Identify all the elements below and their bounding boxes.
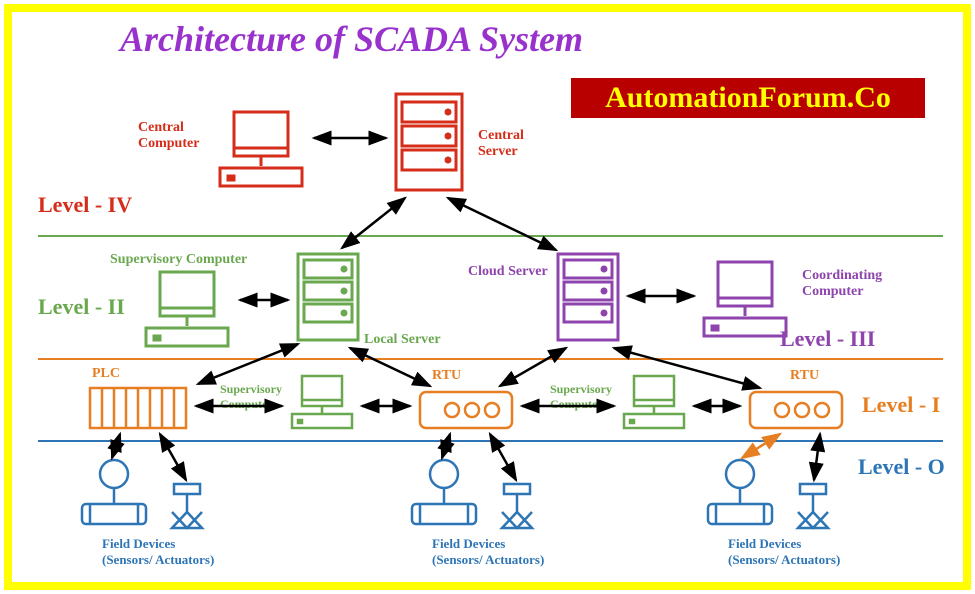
rtu2-label: RTU bbox=[790, 368, 819, 384]
level-4-label: Level - IV bbox=[38, 192, 132, 218]
central-computer-label: Central Computer bbox=[138, 120, 199, 152]
field3-label: Field Devices (Sensors/ Actuators) bbox=[728, 536, 840, 568]
central-server-icon bbox=[394, 92, 464, 192]
rtu1-label: RTU bbox=[432, 368, 461, 384]
coordinating-label: Coordinating Computer bbox=[802, 268, 882, 300]
field-devices1-icon bbox=[78, 456, 238, 534]
field2-label: Field Devices (Sensors/ Actuators) bbox=[432, 536, 544, 568]
diagram-title: Architecture of SCADA System bbox=[120, 18, 583, 60]
supervisory-computer1-icon bbox=[290, 374, 354, 430]
supervisory-l2-label: Supervisory Computer bbox=[110, 252, 247, 268]
level-1-label: Level - I bbox=[862, 392, 940, 418]
plc-icon bbox=[88, 386, 188, 430]
separator-l2-top bbox=[38, 235, 943, 237]
field-devices3-icon bbox=[704, 456, 864, 534]
separator-l1-top bbox=[38, 358, 943, 360]
local-server-icon bbox=[296, 252, 360, 342]
level-2-label: Level - II bbox=[38, 294, 125, 320]
supervisory-computer-l2-icon bbox=[144, 270, 230, 348]
rtu2-icon bbox=[748, 390, 844, 430]
cloud-server-label: Cloud Server bbox=[468, 264, 548, 280]
field1-label: Field Devices (Sensors/ Actuators) bbox=[102, 536, 214, 568]
supervisory-computer2-icon bbox=[622, 374, 686, 430]
level-0-label: Level - O bbox=[858, 454, 945, 480]
coordinating-computer-icon bbox=[702, 260, 788, 338]
site-banner: AutomationForum.Co bbox=[571, 78, 925, 118]
rtu1-icon bbox=[418, 390, 514, 430]
cloud-server-icon bbox=[556, 252, 620, 342]
supervisory1-label: Supervisory Computer bbox=[220, 382, 282, 412]
supervisory2-label: Supervisory Computer bbox=[550, 382, 612, 412]
level-3-label: Level - III bbox=[780, 326, 875, 352]
field-devices2-icon bbox=[408, 456, 568, 534]
central-server-label: Central Server bbox=[478, 128, 524, 160]
central-computer-icon bbox=[218, 110, 304, 188]
local-server-label: Local Server bbox=[364, 332, 441, 348]
separator-l0-top bbox=[38, 440, 943, 442]
plc-label: PLC bbox=[92, 366, 120, 382]
